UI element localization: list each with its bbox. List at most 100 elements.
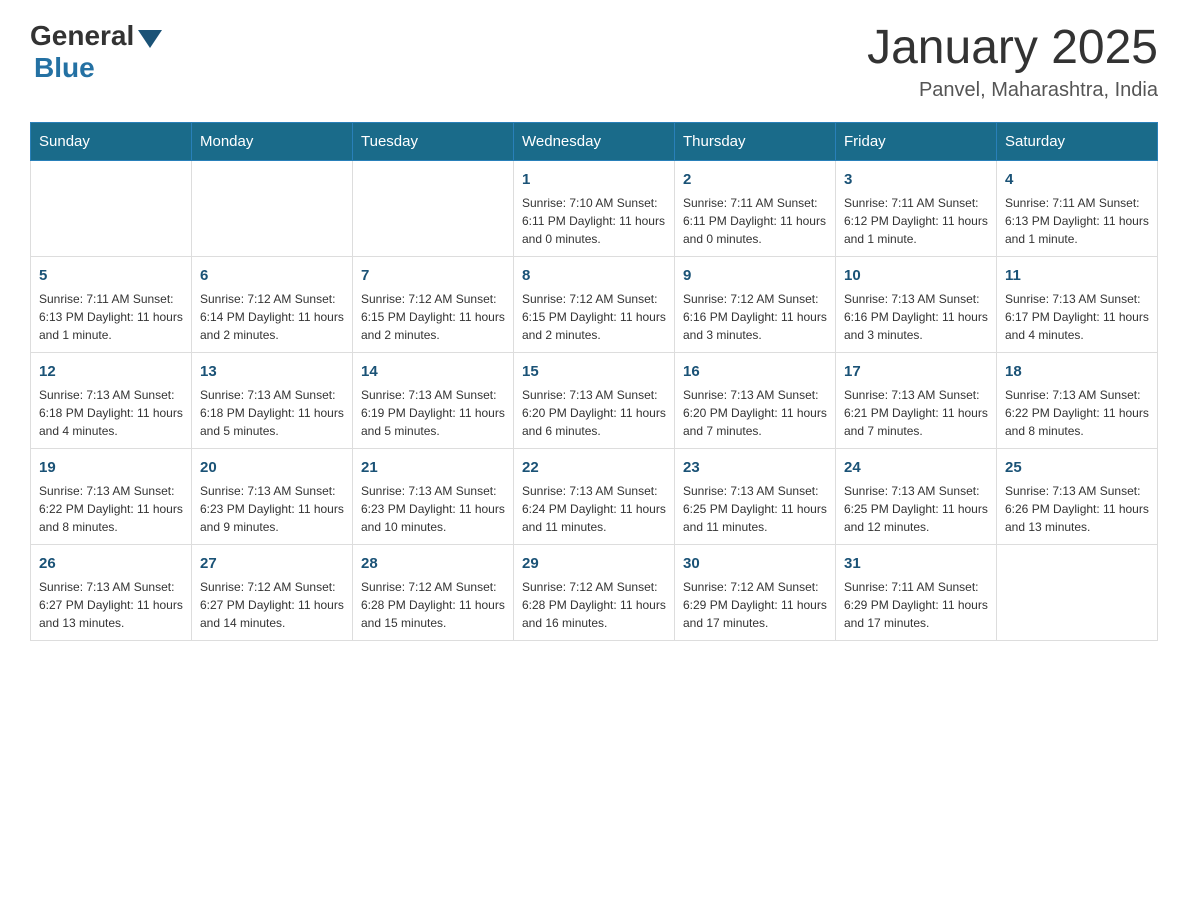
calendar-cell: 8Sunrise: 7:12 AM Sunset: 6:15 PM Daylig… [514,257,675,353]
day-info: Sunrise: 7:13 AM Sunset: 6:25 PM Dayligh… [683,482,827,536]
calendar-cell: 30 Sunrise: 7:12 AM Sunset: 6:29 PM Dayli… [675,545,836,641]
calendar-cell: 17 Sunrise: 7:13 AM Sunset: 6:21 PM Dayli… [836,353,997,449]
calendar-cell: 22 Sunrise: 7:13 AM Sunset: 6:24 PM Dayli… [514,449,675,545]
day-info: Sunrise: 7:13 AM Sunset: 6:25 PM Dayligh… [844,482,988,536]
logo-arrow-icon [138,30,162,48]
logo-general-text: General [30,20,134,52]
calendar-cell: 13 Sunrise: 7:13 AM Sunset: 6:18 PM Dayli… [192,353,353,449]
calendar-cell: 24 Sunrise: 7:13 AM Sunset: 6:25 PM Dayli… [836,449,997,545]
calendar-cell: 6 Sunrise: 7:12 AM Sunset: 6:14 PM Daylig… [192,257,353,353]
calendar-cell: 31 Sunrise: 7:11 AM Sunset: 6:29 PM Dayli… [836,545,997,641]
day-number: 16 [683,361,827,382]
day-info: Sunrise: 7:12 AM Sunset: 6:14 PM Dayligh… [200,290,344,344]
day-info: Sunrise: 7:12 AM Sunset: 6:15 PM Dayligh… [361,290,505,344]
calendar-cell [997,545,1158,641]
day-info: Sunrise: 7:12 AM Sunset: 6:29 PM Dayligh… [683,578,827,632]
day-info: Sunrise: 7:13 AM Sunset: 6:19 PM Dayligh… [361,386,505,440]
day-number: 19 [39,457,183,478]
calendar-cell: 26 Sunrise: 7:13 AM Sunset: 6:27 PM Dayli… [31,545,192,641]
day-info: Sunrise: 7:13 AM Sunset: 6:20 PM Dayligh… [522,386,666,440]
page-header: General Blue January 2025 Panvel, Mahara… [30,20,1158,102]
day-number: 11 [1005,265,1149,286]
logo: General Blue [30,20,162,84]
day-number: 22 [522,457,666,478]
day-number: 6 [200,265,344,286]
day-info: Sunrise: 7:12 AM Sunset: 6:28 PM Dayligh… [522,578,666,632]
day-number: 24 [844,457,988,478]
calendar-week-row: 26 Sunrise: 7:13 AM Sunset: 6:27 PM Dayli… [31,545,1158,641]
month-year-title: January 2025 [867,20,1158,75]
day-number: 31 [844,553,988,574]
calendar-cell: 29 Sunrise: 7:12 AM Sunset: 6:28 PM Dayli… [514,545,675,641]
calendar-cell: 18 Sunrise: 7:13 AM Sunset: 6:22 PM Dayli… [997,353,1158,449]
calendar-cell: 1Sunrise: 7:10 AM Sunset: 6:11 PM Daylig… [514,161,675,257]
day-info: Sunrise: 7:12 AM Sunset: 6:27 PM Dayligh… [200,578,344,632]
day-of-week-header: Friday [836,123,997,161]
calendar-cell [353,161,514,257]
calendar-cell: 27 Sunrise: 7:12 AM Sunset: 6:27 PM Dayli… [192,545,353,641]
day-info: Sunrise: 7:13 AM Sunset: 6:21 PM Dayligh… [844,386,988,440]
day-info: Sunrise: 7:11 AM Sunset: 6:29 PM Dayligh… [844,578,988,632]
day-info: Sunrise: 7:11 AM Sunset: 6:13 PM Dayligh… [39,290,183,344]
day-info: Sunrise: 7:11 AM Sunset: 6:11 PM Dayligh… [683,194,827,248]
day-of-week-header: Thursday [675,123,836,161]
day-number: 3 [844,169,988,190]
day-info: Sunrise: 7:13 AM Sunset: 6:20 PM Dayligh… [683,386,827,440]
day-number: 28 [361,553,505,574]
day-number: 13 [200,361,344,382]
day-info: Sunrise: 7:11 AM Sunset: 6:12 PM Dayligh… [844,194,988,248]
day-number: 30 [683,553,827,574]
day-info: Sunrise: 7:13 AM Sunset: 6:18 PM Dayligh… [200,386,344,440]
day-number: 1 [522,169,666,190]
day-of-week-header: Wednesday [514,123,675,161]
day-number: 27 [200,553,344,574]
calendar-week-row: 1Sunrise: 7:10 AM Sunset: 6:11 PM Daylig… [31,161,1158,257]
calendar-cell [31,161,192,257]
title-section: January 2025 Panvel, Maharashtra, India [867,20,1158,102]
calendar-cell: 11Sunrise: 7:13 AM Sunset: 6:17 PM Dayli… [997,257,1158,353]
day-number: 29 [522,553,666,574]
day-info: Sunrise: 7:13 AM Sunset: 6:22 PM Dayligh… [1005,386,1149,440]
day-number: 15 [522,361,666,382]
day-info: Sunrise: 7:13 AM Sunset: 6:23 PM Dayligh… [361,482,505,536]
day-number: 21 [361,457,505,478]
calendar-cell: 20 Sunrise: 7:13 AM Sunset: 6:23 PM Dayli… [192,449,353,545]
calendar-cell [192,161,353,257]
day-number: 18 [1005,361,1149,382]
day-info: Sunrise: 7:13 AM Sunset: 6:23 PM Dayligh… [200,482,344,536]
calendar-cell: 25 Sunrise: 7:13 AM Sunset: 6:26 PM Dayli… [997,449,1158,545]
calendar-body: 1Sunrise: 7:10 AM Sunset: 6:11 PM Daylig… [31,161,1158,641]
calendar-cell: 2Sunrise: 7:11 AM Sunset: 6:11 PM Daylig… [675,161,836,257]
day-of-week-header: Sunday [31,123,192,161]
calendar-header: SundayMondayTuesdayWednesdayThursdayFrid… [31,123,1158,161]
calendar-cell: 9 Sunrise: 7:12 AM Sunset: 6:16 PM Daylig… [675,257,836,353]
day-info: Sunrise: 7:13 AM Sunset: 6:27 PM Dayligh… [39,578,183,632]
day-info: Sunrise: 7:13 AM Sunset: 6:18 PM Dayligh… [39,386,183,440]
day-info: Sunrise: 7:11 AM Sunset: 6:13 PM Dayligh… [1005,194,1149,248]
day-info: Sunrise: 7:13 AM Sunset: 6:16 PM Dayligh… [844,290,988,344]
day-number: 20 [200,457,344,478]
day-info: Sunrise: 7:12 AM Sunset: 6:16 PM Dayligh… [683,290,827,344]
logo-blue-text: Blue [34,52,162,84]
day-number: 10 [844,265,988,286]
calendar-cell: 12 Sunrise: 7:13 AM Sunset: 6:18 PM Dayli… [31,353,192,449]
calendar-cell: 14 Sunrise: 7:13 AM Sunset: 6:19 PM Dayli… [353,353,514,449]
day-number: 26 [39,553,183,574]
calendar-week-row: 5 Sunrise: 7:11 AM Sunset: 6:13 PM Daylig… [31,257,1158,353]
calendar-cell: 10 Sunrise: 7:13 AM Sunset: 6:16 PM Dayli… [836,257,997,353]
day-number: 25 [1005,457,1149,478]
day-number: 14 [361,361,505,382]
calendar-cell: 16 Sunrise: 7:13 AM Sunset: 6:20 PM Dayli… [675,353,836,449]
day-number: 5 [39,265,183,286]
day-number: 12 [39,361,183,382]
day-info: Sunrise: 7:13 AM Sunset: 6:24 PM Dayligh… [522,482,666,536]
calendar-cell: 19Sunrise: 7:13 AM Sunset: 6:22 PM Dayli… [31,449,192,545]
day-number: 17 [844,361,988,382]
day-info: Sunrise: 7:13 AM Sunset: 6:26 PM Dayligh… [1005,482,1149,536]
day-number: 8 [522,265,666,286]
day-number: 7 [361,265,505,286]
location-text: Panvel, Maharashtra, India [867,79,1158,102]
day-number: 9 [683,265,827,286]
calendar-cell: 3 Sunrise: 7:11 AM Sunset: 6:12 PM Daylig… [836,161,997,257]
calendar-table: SundayMondayTuesdayWednesdayThursdayFrid… [30,122,1158,641]
